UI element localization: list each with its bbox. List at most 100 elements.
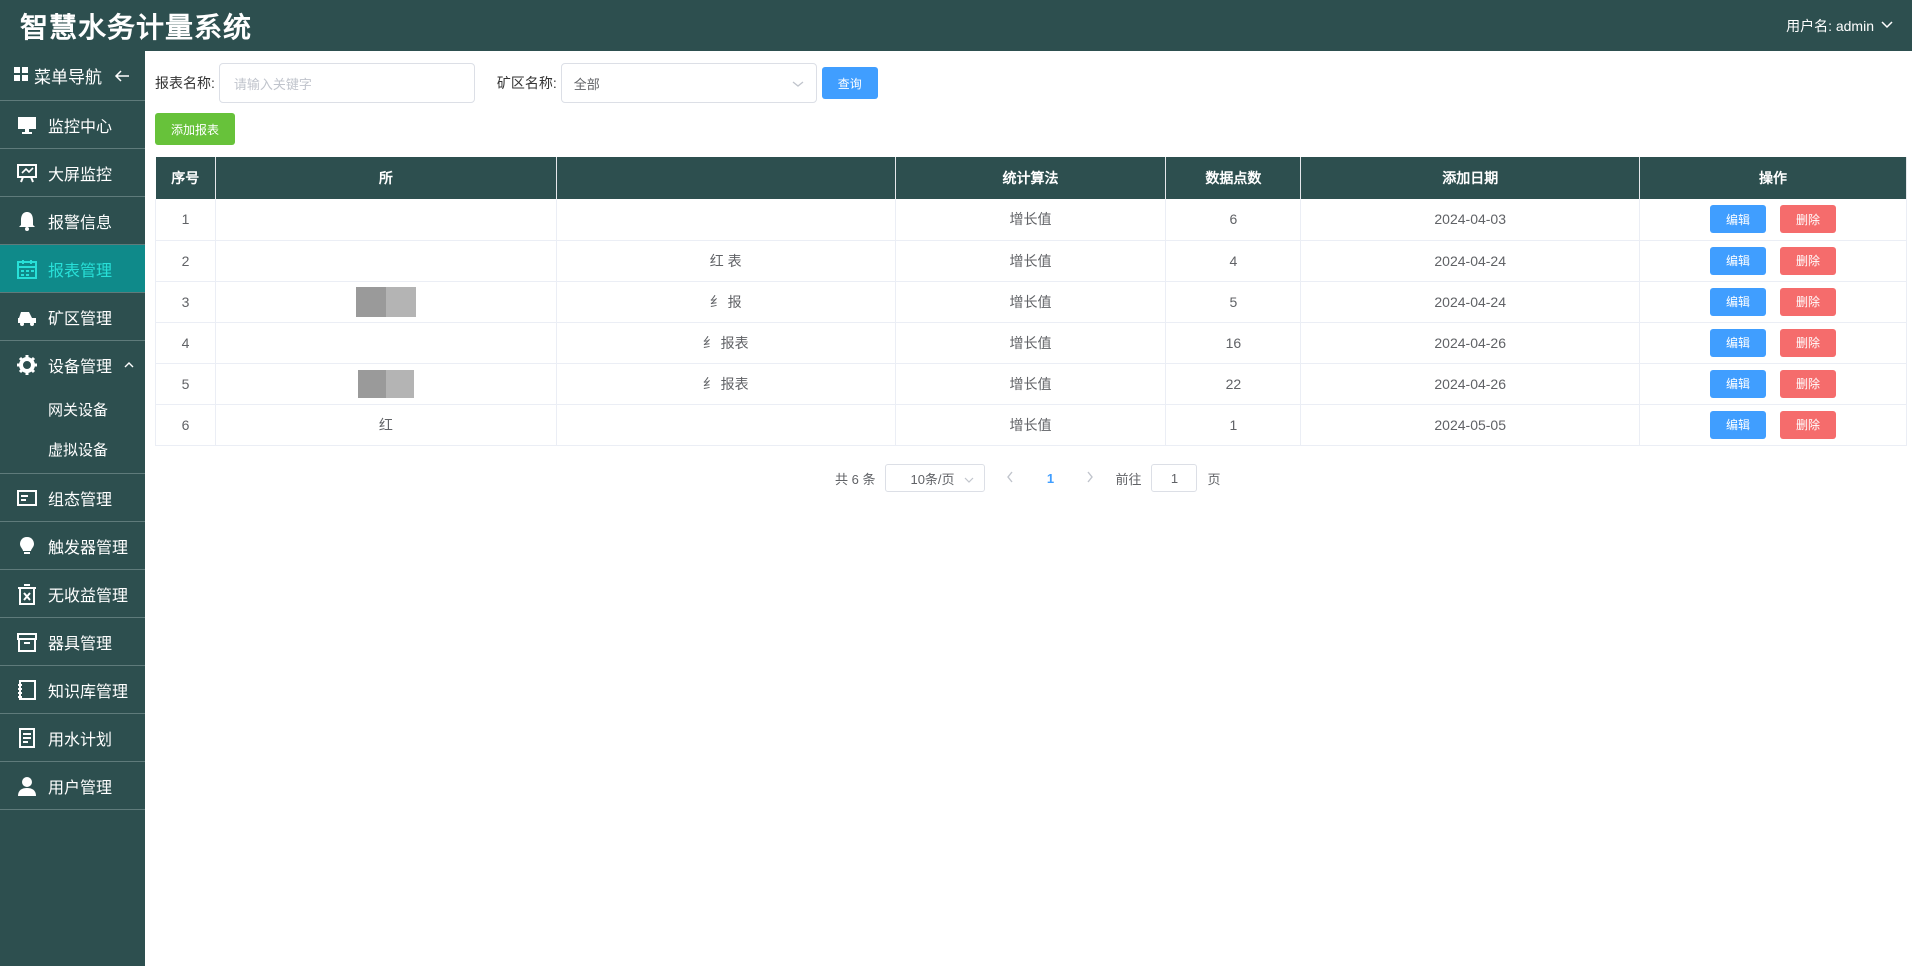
cell-name — [215, 363, 557, 405]
cell-points: 5 — [1165, 281, 1302, 323]
cell-actions: 编辑 删除 — [1639, 281, 1907, 323]
redacted-block — [357, 369, 414, 398]
cell-algorithm: 增长值 — [895, 322, 1167, 364]
column-header-actions: 操作 — [1639, 157, 1907, 199]
table-row: 5 纟 报表 增长值 22 2024-04-26 编辑 删除 — [155, 363, 1907, 405]
goto-label: 前往 — [1115, 471, 1142, 487]
cell-algorithm: 增长值 — [895, 281, 1167, 323]
cell-actions: 编辑 删除 — [1639, 240, 1907, 282]
cell-name: 红 — [215, 404, 557, 446]
edit-button[interactable]: 编辑 — [1710, 328, 1767, 357]
cell-report: 红 表 — [556, 240, 896, 282]
cell-date: 2024-04-26 — [1300, 363, 1641, 405]
edit-button[interactable]: 编辑 — [1710, 205, 1767, 234]
sidebar-item-instruments[interactable]: 器具管理 — [0, 618, 145, 666]
chevron-up-icon — [124, 361, 134, 369]
cell-actions: 编辑 删除 — [1639, 404, 1907, 446]
edit-button[interactable]: 编辑 — [1710, 369, 1767, 398]
cell-date: 2024-05-05 — [1300, 404, 1641, 446]
sidebar-item-label: 设备管理 — [48, 359, 113, 376]
cell-algorithm: 增长值 — [895, 363, 1167, 405]
monitor-icon — [16, 114, 38, 136]
sidebar-item-triggers[interactable]: 触发器管理 — [0, 522, 145, 570]
cell-index: 3 — [155, 281, 216, 323]
user-menu[interactable]: 用户名: admin — [1786, 16, 1894, 36]
add-report-button[interactable]: 添加报表 — [155, 113, 235, 145]
page-size-select[interactable]: 10条/页 — [885, 464, 986, 492]
sidebar-item-label: 监控中心 — [48, 118, 113, 136]
report-table: 序号 所 统计算法 数据点数 添加日期 操作 1 增长值 6 2024-04-0… — [155, 157, 1907, 446]
document-icon — [16, 727, 38, 749]
column-header-date: 添加日期 — [1300, 157, 1641, 199]
bell-icon — [16, 210, 38, 232]
chevron-down-icon — [1880, 17, 1894, 34]
sidebar-item-label: 大屏监控 — [48, 166, 113, 184]
mine-select[interactable]: 全部 — [560, 63, 817, 103]
edit-button[interactable]: 编辑 — [1710, 287, 1767, 316]
mine-select-value: 全部 — [573, 76, 600, 92]
delete-button[interactable]: 删除 — [1780, 205, 1837, 234]
column-header-index: 序号 — [155, 157, 216, 199]
sidebar-item-devices[interactable]: 设备管理 — [0, 341, 145, 389]
cell-index: 1 — [155, 199, 216, 241]
sidebar-subitem-gateway-devices[interactable]: 网关设备 — [0, 389, 145, 429]
edit-button[interactable]: 编辑 — [1710, 246, 1767, 275]
pagination: 共 6 条 10条/页 1 前往 1 页 — [835, 464, 1221, 492]
sidebar-item-alarms[interactable]: 报警信息 — [0, 197, 145, 245]
delete-button[interactable]: 删除 — [1780, 287, 1837, 316]
sidebar-item-label: 用户管理 — [48, 779, 113, 797]
cell-name — [215, 281, 557, 323]
sidebar-item-big-screen[interactable]: 大屏监控 — [0, 149, 145, 197]
sidebar-item-label: 矿区管理 — [48, 310, 113, 328]
sidebar-item-config[interactable]: 组态管理 — [0, 474, 145, 522]
calendar-icon — [16, 258, 38, 280]
cell-name — [215, 199, 557, 241]
user-icon — [16, 775, 38, 797]
delete-button[interactable]: 删除 — [1780, 410, 1837, 439]
collapse-arrow-icon[interactable] — [114, 69, 130, 83]
report-name-input[interactable]: 请输入关键字 — [218, 63, 475, 103]
sidebar-item-users[interactable]: 用户管理 — [0, 762, 145, 810]
prev-page-button[interactable] — [995, 471, 1025, 486]
box-icon — [16, 631, 38, 653]
cell-actions: 编辑 删除 — [1639, 322, 1907, 364]
sidebar-item-reports[interactable]: 报表管理 — [0, 245, 145, 293]
sidebar-item-label: 器具管理 — [48, 635, 113, 653]
chevron-down-icon — [964, 471, 974, 486]
delete-button[interactable]: 删除 — [1780, 328, 1837, 357]
sidebar-item-label: 无收益管理 — [48, 587, 129, 605]
table-row: 2 红 表 增长值 4 2024-04-24 编辑 删除 — [155, 240, 1907, 282]
next-page-button[interactable] — [1075, 471, 1105, 486]
sidebar-heading: 菜单导航 — [0, 51, 145, 101]
sidebar-subitem-virtual-devices[interactable]: 虚拟设备 — [0, 429, 145, 469]
cell-report: 纟 报表 — [556, 322, 896, 364]
cell-points: 16 — [1165, 322, 1302, 364]
sidebar-item-water-plan[interactable]: 用水计划 — [0, 714, 145, 762]
query-button[interactable]: 查询 — [821, 67, 878, 99]
column-header-points: 数据点数 — [1165, 157, 1302, 199]
page-size-value: 10条/页 — [910, 471, 955, 487]
sidebar-item-label: 报表管理 — [48, 262, 113, 280]
edit-button[interactable]: 编辑 — [1710, 410, 1767, 439]
sidebar-item-mines[interactable]: 矿区管理 — [0, 293, 145, 341]
chevron-down-icon — [792, 76, 804, 91]
cell-index: 2 — [155, 240, 216, 282]
sidebar-item-label: 触发器管理 — [48, 539, 129, 557]
delete-button[interactable]: 删除 — [1780, 246, 1837, 275]
delete-button[interactable]: 删除 — [1780, 369, 1837, 398]
app-title: 智慧水务计量系统 — [20, 11, 253, 43]
sidebar-item-knowledge-base[interactable]: 知识库管理 — [0, 666, 145, 714]
table-row: 1 增长值 6 2024-04-03 编辑 删除 — [155, 199, 1907, 241]
cell-algorithm: 增长值 — [895, 404, 1167, 446]
sidebar-item-non-revenue[interactable]: 无收益管理 — [0, 570, 145, 618]
trash-icon — [16, 583, 38, 605]
sidebar-item-monitor-center[interactable]: 监控中心 — [0, 101, 145, 149]
cell-report — [556, 199, 896, 241]
page-number[interactable]: 1 — [1035, 471, 1065, 486]
column-header-algorithm: 统计算法 — [895, 157, 1167, 199]
card-icon — [16, 487, 38, 509]
goto-page-input[interactable]: 1 — [1151, 464, 1198, 492]
grid-icon — [14, 66, 28, 86]
cell-actions: 编辑 删除 — [1639, 199, 1907, 241]
cell-points: 4 — [1165, 240, 1302, 282]
